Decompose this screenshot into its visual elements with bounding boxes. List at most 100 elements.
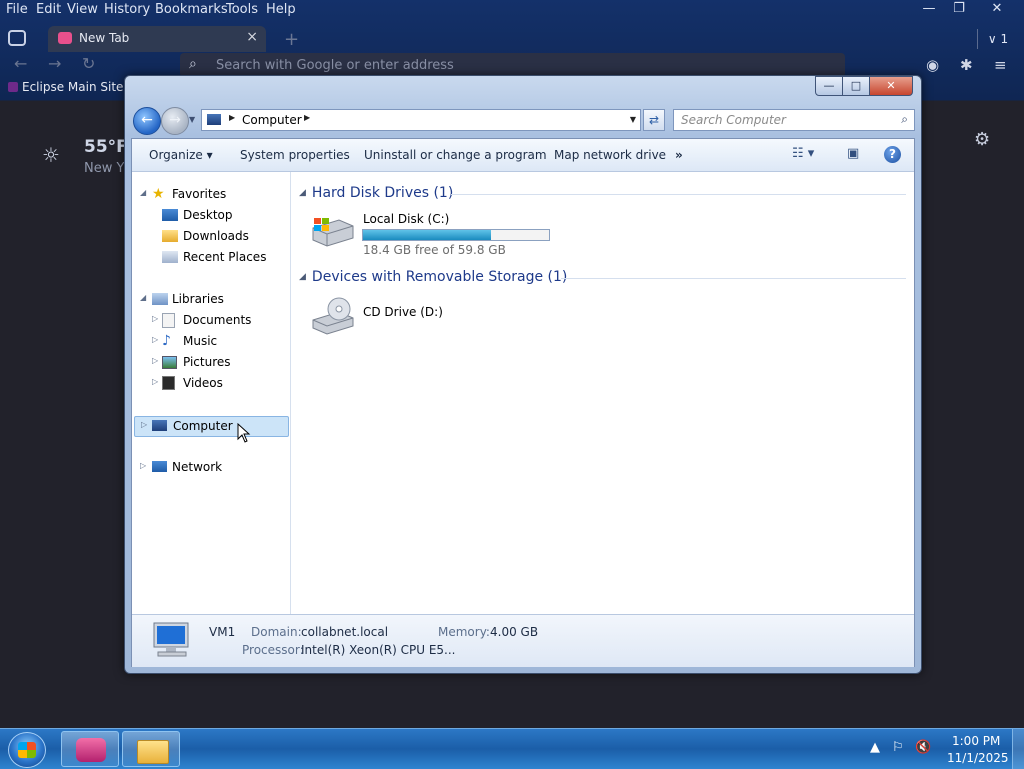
nav-network[interactable]: ▷ Network bbox=[140, 458, 280, 478]
expanded-arrow-icon[interactable]: ◢ bbox=[140, 188, 146, 197]
taskbar-browser-button[interactable] bbox=[61, 731, 119, 767]
menu-tools[interactable]: Tools bbox=[226, 2, 258, 17]
tab-new-tab[interactable]: New Tab × bbox=[48, 26, 266, 52]
menu-bookmarks[interactable]: Bookmarks bbox=[155, 2, 228, 17]
menu-file[interactable]: File bbox=[6, 2, 28, 17]
weather-temperature: 55°F bbox=[84, 137, 128, 157]
map-network-drive-button[interactable]: Map network drive bbox=[554, 148, 666, 162]
show-desktop-button[interactable] bbox=[1012, 729, 1024, 769]
domain-label: Domain: bbox=[251, 625, 302, 639]
nav-desktop[interactable]: Desktop bbox=[162, 206, 280, 226]
tab-count: 1 bbox=[1000, 32, 1009, 46]
gear-icon[interactable]: ⚙ bbox=[974, 129, 990, 150]
nav-downloads[interactable]: Downloads bbox=[162, 227, 280, 247]
downloads-folder-icon bbox=[162, 230, 178, 242]
search-icon[interactable]: ⌕ bbox=[901, 112, 908, 127]
browser-close-button[interactable]: ✕ bbox=[982, 0, 1012, 18]
collapsed-arrow-icon[interactable]: ▷ bbox=[141, 420, 147, 429]
menu-view[interactable]: View bbox=[67, 2, 98, 17]
details-pane: VM1 Domain: collabnet.local Memory: 4.00… bbox=[132, 614, 914, 667]
collapsed-arrow-icon[interactable]: ▷ bbox=[152, 356, 158, 365]
reload-icon[interactable]: ↻ bbox=[82, 54, 95, 73]
nav-network-label: Network bbox=[172, 460, 223, 474]
group-hard-disk-drives[interactable]: ◢ Hard Disk Drives (1) bbox=[299, 185, 453, 201]
more-commands-button[interactable]: » bbox=[675, 148, 683, 162]
expanded-arrow-icon[interactable]: ◢ bbox=[140, 293, 146, 302]
show-hidden-icons-icon[interactable]: ▲ bbox=[870, 740, 880, 755]
nav-recent-label: Recent Places bbox=[183, 250, 267, 264]
bookmark-favicon-icon bbox=[8, 82, 18, 92]
recent-pages-chevron-icon[interactable]: ▼ bbox=[189, 115, 195, 124]
windows-logo-icon bbox=[18, 742, 36, 758]
new-tab-button[interactable]: + bbox=[284, 29, 299, 50]
menu-edit[interactable]: Edit bbox=[36, 2, 61, 17]
nav-music[interactable]: ▷ ♪ Music bbox=[152, 332, 280, 352]
organize-button[interactable]: Organize ▾ bbox=[149, 148, 213, 162]
extensions-icon[interactable]: ✱ bbox=[960, 56, 973, 74]
nav-libraries[interactable]: ◢ Libraries bbox=[140, 290, 280, 310]
explorer-window-controls: — □ ✕ bbox=[815, 76, 915, 96]
uninstall-program-button[interactable]: Uninstall or change a program bbox=[364, 148, 547, 162]
processor-label: Processor: bbox=[242, 643, 304, 657]
collapsed-arrow-icon[interactable]: ▷ bbox=[140, 461, 146, 470]
url-bar[interactable]: ⌕ Search with Google or enter address bbox=[180, 53, 845, 77]
menu-history[interactable]: History bbox=[104, 2, 150, 17]
breadcrumb-arrow-icon[interactable]: ▶ bbox=[229, 113, 235, 122]
system-properties-button[interactable]: System properties bbox=[240, 148, 350, 162]
help-icon[interactable]: ? bbox=[884, 146, 901, 163]
account-icon[interactable]: ◉ bbox=[926, 56, 939, 74]
computer-icon bbox=[152, 420, 167, 431]
preview-pane-icon[interactable]: ▣ bbox=[847, 146, 859, 161]
forward-button[interactable]: → bbox=[161, 107, 189, 135]
forward-arrow-icon[interactable]: → bbox=[48, 54, 61, 73]
hamburger-menu-icon[interactable]: ≡ bbox=[994, 56, 1007, 74]
tab-close-icon[interactable]: × bbox=[246, 29, 258, 45]
explorer-window: — □ ✕ ← → ▼ ▶ Computer ▶ ▼ ⇄ Search Comp… bbox=[124, 75, 922, 674]
collapsed-arrow-icon[interactable]: ▷ bbox=[152, 335, 158, 344]
search-input[interactable]: Search Computer ⌕ bbox=[673, 109, 915, 131]
drive-local-disk-space: 18.4 GB free of 59.8 GB bbox=[363, 243, 506, 257]
group-collapse-icon[interactable]: ◢ bbox=[299, 188, 306, 198]
group-removable-storage[interactable]: ◢ Devices with Removable Storage (1) bbox=[299, 269, 567, 285]
nav-computer[interactable]: ▷ Computer bbox=[134, 416, 289, 437]
computer-name: VM1 bbox=[209, 625, 236, 639]
explorer-close-button[interactable]: ✕ bbox=[869, 76, 913, 96]
action-center-flag-icon[interactable]: ⚐ bbox=[892, 740, 904, 755]
processor-value: Intel(R) Xeon(R) CPU E5... bbox=[301, 643, 456, 657]
nav-pictures[interactable]: ▷ Pictures bbox=[152, 353, 280, 373]
tab-overview-icon[interactable] bbox=[8, 30, 26, 46]
taskbar-explorer-button[interactable] bbox=[122, 731, 180, 767]
browser-restore-button[interactable]: ❐ bbox=[944, 0, 974, 18]
nav-documents[interactable]: ▷ Documents bbox=[152, 311, 280, 331]
search-placeholder: Search Computer bbox=[681, 113, 786, 127]
change-view-icon[interactable]: ☷ ▾ bbox=[792, 146, 814, 161]
menu-help[interactable]: Help bbox=[266, 2, 296, 17]
back-button[interactable]: ← bbox=[133, 107, 161, 135]
videos-film-icon bbox=[162, 376, 175, 390]
group-collapse-icon[interactable]: ◢ bbox=[299, 272, 306, 282]
drive-cd-name: CD Drive (D:) bbox=[363, 305, 443, 319]
clock-date[interactable]: 11/1/2025 bbox=[947, 751, 1009, 765]
bookmark-eclipse[interactable]: Eclipse Main Site bbox=[22, 80, 123, 94]
nav-videos[interactable]: ▷ Videos bbox=[152, 374, 280, 394]
refresh-button[interactable]: ⇄ bbox=[643, 109, 665, 131]
collapsed-arrow-icon[interactable]: ▷ bbox=[152, 377, 158, 386]
music-note-icon: ♪ bbox=[162, 333, 171, 349]
start-button[interactable] bbox=[8, 732, 46, 768]
tab-list-button[interactable]: ∨ 1 bbox=[977, 29, 1018, 49]
explorer-content: Organize ▾ System properties Uninstall o… bbox=[131, 138, 915, 667]
nav-favorites[interactable]: ◢ ★ Favorites bbox=[140, 185, 280, 205]
volume-muted-icon[interactable]: 🔇 bbox=[915, 740, 931, 755]
breadcrumb-arrow-icon[interactable]: ▶ bbox=[304, 113, 310, 122]
address-dropdown-icon[interactable]: ▼ bbox=[630, 115, 636, 124]
browser-minimize-button[interactable]: — bbox=[914, 0, 944, 18]
nav-recent-places[interactable]: Recent Places bbox=[162, 248, 290, 268]
back-arrow-icon[interactable]: ← bbox=[14, 54, 27, 73]
explorer-minimize-button[interactable]: — bbox=[815, 76, 843, 96]
explorer-maximize-button[interactable]: □ bbox=[842, 76, 870, 96]
clock-time[interactable]: 1:00 PM bbox=[952, 734, 1000, 748]
collapsed-arrow-icon[interactable]: ▷ bbox=[152, 314, 158, 323]
memory-label: Memory: bbox=[438, 625, 490, 639]
breadcrumb-computer[interactable]: Computer bbox=[242, 113, 302, 127]
address-bar[interactable]: ▶ Computer ▶ ▼ bbox=[201, 109, 641, 131]
